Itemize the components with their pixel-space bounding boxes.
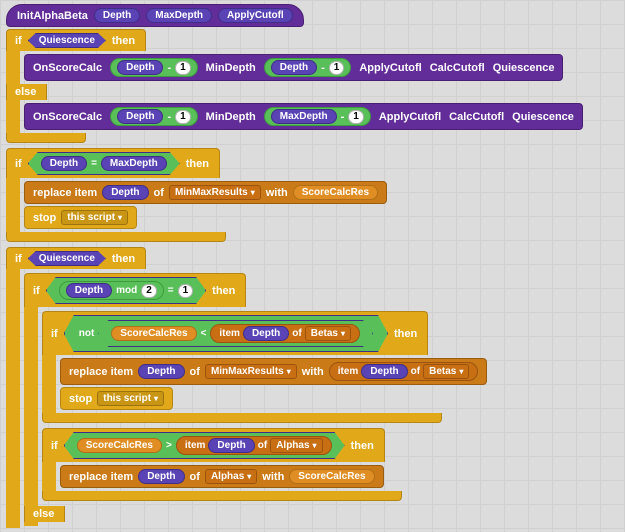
arg-applycutofl: ApplyCutofl (359, 62, 421, 74)
bool-quiescence: Quiescence (28, 33, 106, 48)
param-applycutofl: ApplyCutofl (218, 8, 293, 23)
if-quiescence-1[interactable]: if Quiescence then OnScoreCalc Depth - 1… (6, 29, 619, 146)
eq-op: Depth = MaxDepth (28, 152, 180, 175)
dd-this-script[interactable]: this script (61, 210, 128, 225)
replace-minmax-2[interactable]: replace item Depth of MinMaxResults with… (60, 358, 487, 385)
arg-calccutofl: CalcCutofl (430, 62, 485, 74)
call-onscorecalc-2[interactable]: OnScoreCalc Depth - 1 MinDepth MaxDepth … (24, 103, 583, 130)
if-not-less-betas[interactable]: if not ScoreCalcRes < item Depth of (42, 311, 619, 426)
replace-alphas[interactable]: replace item Depth of Alphas with ScoreC… (60, 465, 384, 488)
not-op: not ScoreCalcRes < item Depth of Betas (64, 315, 388, 352)
stop-1[interactable]: stop this script (24, 206, 137, 229)
item-betas-1: item Depth of Betas (210, 324, 360, 343)
if-depth-eq-max[interactable]: if Depth = MaxDepth then replace item De… (6, 148, 619, 245)
item-betas-2: item Depth of Betas (329, 362, 479, 381)
call-name: OnScoreCalc (33, 62, 102, 74)
gt-op: ScoreCalcRes > item Depth of Alphas (64, 432, 345, 459)
arg-quiescence: Quiescence (493, 62, 555, 74)
param-maxdepth: MaxDepth (146, 8, 212, 23)
item-alphas-1: item Depth of Alphas (176, 436, 332, 455)
depth-minus-1a: Depth - 1 (110, 58, 198, 77)
kw-if: if (15, 35, 22, 47)
mod-eq-op: Depth mod 2 = 1 (46, 277, 206, 304)
if-quiescence-2[interactable]: if Quiescence then if Depth mod 2 = 1 (6, 247, 619, 528)
dd-minmaxresults[interactable]: MinMaxResults (169, 185, 261, 200)
stop-2[interactable]: stop this script (60, 387, 173, 410)
replace-minmax-1[interactable]: replace item Depth of MinMaxResults with… (24, 181, 387, 204)
define-hat[interactable]: InitAlphaBeta Depth MaxDepth ApplyCutofl (6, 4, 304, 27)
call-onscorecalc-1[interactable]: OnScoreCalc Depth - 1 MinDepth Depth - 1… (24, 54, 563, 81)
arg-mindepth: MinDepth (206, 62, 256, 74)
if-depth-mod2[interactable]: if Depth mod 2 = 1 then (24, 273, 619, 526)
if-gt-alphas[interactable]: if ScoreCalcRes > item Depth of Alphas (42, 428, 619, 504)
kw-else: else (15, 86, 36, 98)
lt-op: ScoreCalcRes < item Depth of Betas (98, 320, 373, 347)
hat-name: InitAlphaBeta (17, 10, 88, 22)
depth-minus-1b: Depth - 1 (264, 58, 352, 77)
kw-then: then (112, 35, 135, 47)
param-depth: Depth (94, 8, 140, 23)
